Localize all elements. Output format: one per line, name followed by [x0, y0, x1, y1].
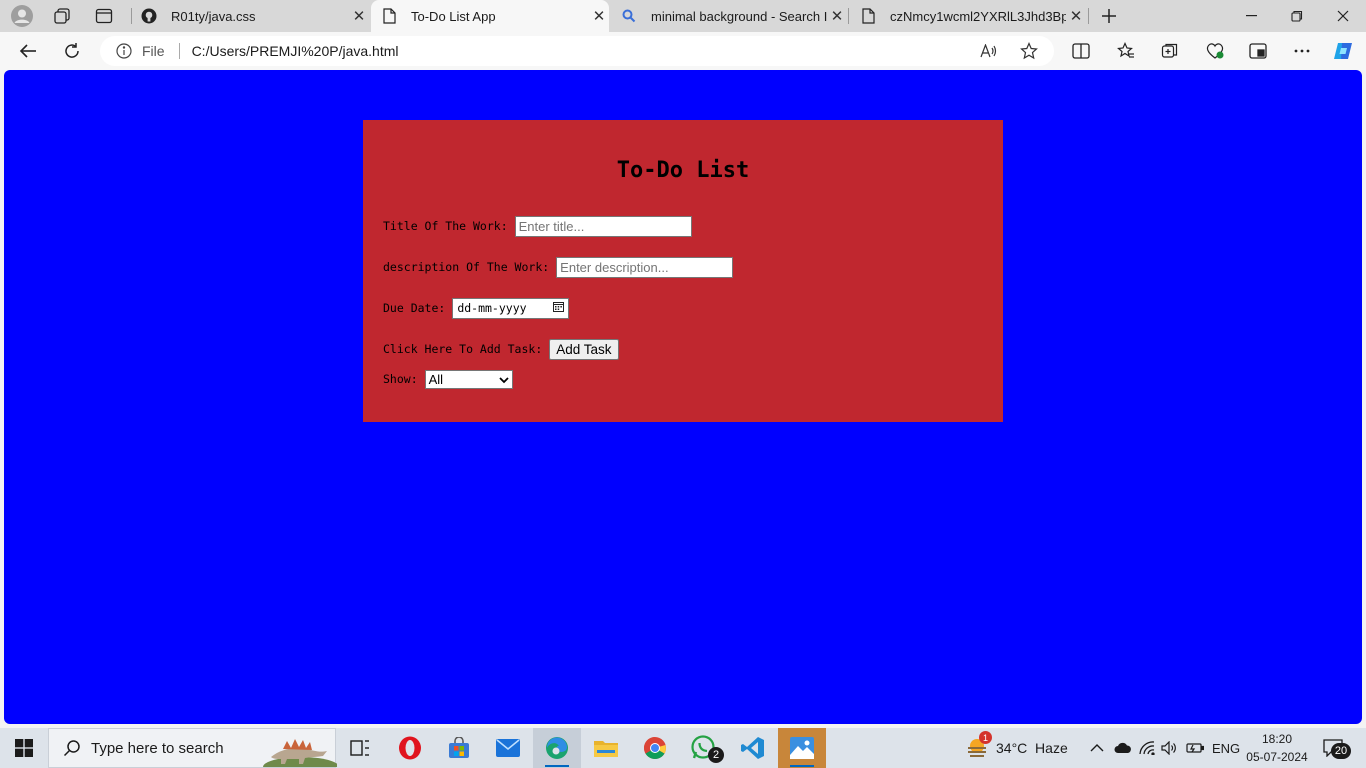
close-tab-icon[interactable]: ✕	[827, 6, 847, 26]
search-placeholder: Type here to search	[91, 739, 224, 757]
collections-icon[interactable]	[1156, 37, 1184, 65]
onedrive-cloud-icon[interactable]	[1114, 728, 1132, 768]
page-icon	[381, 8, 397, 24]
weather-widget[interactable]: 1 34°C Haze	[966, 728, 1068, 768]
split-screen-icon[interactable]	[1067, 37, 1095, 65]
tab-actions-icon[interactable]	[90, 4, 118, 28]
opera-icon[interactable]	[386, 728, 434, 768]
back-arrow-icon[interactable]	[13, 37, 43, 65]
tab-label: minimal background - Search Im	[651, 8, 827, 24]
edge-browser-icon[interactable]	[533, 728, 581, 768]
clock-time: 18:20	[1261, 732, 1293, 746]
add-task-label: Click Here To Add Task:	[383, 342, 543, 356]
close-tab-icon[interactable]: ✕	[1066, 6, 1086, 26]
weather-alert-badge: 1	[979, 731, 992, 744]
show-label: Show:	[383, 372, 418, 386]
tab-label: R01ty/java.css	[171, 8, 256, 24]
tab-image[interactable]: czNmcy1wcml2YXRlL3Jhd3BpeGVsX2ltYWdlcy ✕	[850, 0, 1086, 32]
page-icon	[860, 8, 876, 24]
search-highlight-dinosaur-icon	[261, 731, 339, 768]
read-aloud-icon[interactable]	[975, 37, 1003, 65]
favorites-icon[interactable]	[1112, 37, 1140, 65]
workspaces-icon[interactable]	[48, 4, 76, 28]
whatsapp-badge: 2	[708, 747, 724, 763]
language-indicator[interactable]: ENG	[1212, 728, 1240, 768]
description-row: description Of The Work:	[383, 256, 734, 278]
taskbar-search[interactable]: Type here to search	[48, 728, 339, 768]
notifications-icon[interactable]: 20	[1323, 728, 1351, 768]
due-date-label: Due Date:	[383, 301, 446, 315]
address-bar[interactable]: File C:/Users/PREMJI%20P/java.html	[100, 36, 1054, 66]
github-icon	[141, 8, 157, 24]
tab-search[interactable]: minimal background - Search Im ✕	[611, 0, 847, 32]
profile-avatar-icon[interactable]	[8, 4, 36, 28]
sun-haze-icon: 1	[966, 731, 992, 759]
description-label: description Of The Work:	[383, 260, 550, 274]
due-date-input[interactable]: dd-mm-yyyy	[452, 297, 570, 319]
navigation-bar: File C:/Users/PREMJI%20P/java.html	[0, 32, 1366, 70]
restore-icon[interactable]	[1274, 0, 1320, 32]
page-viewport: To-Do List Title Of The Work: descriptio…	[4, 70, 1362, 724]
calendar-icon[interactable]	[553, 301, 565, 315]
screenshot-icon[interactable]	[1244, 37, 1272, 65]
tab-github[interactable]: R01ty/java.css ✕	[133, 0, 369, 32]
show-selected-value: All	[428, 371, 444, 387]
page-title: To-Do List	[616, 158, 750, 183]
todo-card: To-Do List Title Of The Work: descriptio…	[363, 120, 1003, 422]
title-row: Title Of The Work:	[383, 215, 692, 237]
description-input[interactable]	[556, 256, 734, 278]
clock-date: 05-07-2024	[1246, 750, 1308, 764]
photos-app-icon[interactable]	[778, 728, 826, 768]
search-icon	[63, 739, 81, 757]
microsoft-store-icon[interactable]	[435, 728, 483, 768]
tab-bar: R01ty/java.css ✕ To-Do List App ✕ minima…	[0, 0, 1366, 32]
file-explorer-icon[interactable]	[582, 728, 630, 768]
tab-label: czNmcy1wcml2YXRlL3Jhd3BpeGVsX2ltYWdlcy	[890, 8, 1066, 24]
taskbar: Type here to search 2 1 34°C Haze ENG 18…	[0, 728, 1366, 768]
browser-essentials-icon[interactable]	[1201, 37, 1229, 65]
clock[interactable]: 18:20 05-07-2024	[1240, 730, 1314, 766]
minimize-icon[interactable]	[1228, 0, 1274, 32]
more-menu-icon[interactable]	[1288, 37, 1316, 65]
refresh-icon[interactable]	[57, 37, 87, 65]
due-date-row: Due Date: dd-mm-yyyy	[383, 297, 570, 319]
info-icon[interactable]	[116, 43, 134, 59]
show-hidden-icons-chevron-icon[interactable]	[1090, 728, 1104, 768]
close-tab-icon[interactable]: ✕	[349, 6, 369, 26]
show-filter-row: Show: All	[383, 368, 513, 390]
due-date-value: dd-mm-yyyy	[457, 301, 527, 315]
start-windows-icon[interactable]	[0, 728, 48, 768]
vscode-icon[interactable]	[729, 728, 777, 768]
url-text[interactable]: C:/Users/PREMJI%20P/java.html	[192, 43, 399, 59]
close-tab-icon[interactable]: ✕	[589, 6, 609, 26]
volume-icon[interactable]	[1161, 728, 1179, 768]
mail-icon[interactable]	[484, 728, 532, 768]
tab-label: To-Do List App	[411, 8, 496, 24]
wifi-icon[interactable]	[1139, 728, 1155, 768]
notification-count-badge: 20	[1331, 743, 1351, 759]
favorite-star-icon[interactable]	[1015, 37, 1043, 65]
scheme-label: File	[142, 43, 165, 59]
new-tab-icon[interactable]	[1095, 4, 1123, 28]
search-icon	[621, 8, 637, 24]
chevron-down-icon	[498, 372, 509, 387]
task-view-icon[interactable]	[336, 728, 384, 768]
chrome-icon[interactable]	[631, 728, 679, 768]
close-window-icon[interactable]	[1320, 0, 1366, 32]
title-input[interactable]	[514, 215, 692, 237]
whatsapp-icon[interactable]: 2	[680, 728, 728, 768]
title-label: Title Of The Work:	[383, 219, 508, 233]
weather-text: 34°C Haze	[996, 740, 1068, 756]
add-task-row: Click Here To Add Task: Add Task	[383, 338, 619, 360]
add-task-button[interactable]: Add Task	[549, 338, 619, 360]
battery-icon[interactable]	[1186, 728, 1204, 768]
tab-todo-app[interactable]: To-Do List App ✕	[371, 0, 609, 32]
show-filter-select[interactable]: All	[424, 369, 513, 389]
copilot-icon[interactable]	[1329, 37, 1357, 65]
